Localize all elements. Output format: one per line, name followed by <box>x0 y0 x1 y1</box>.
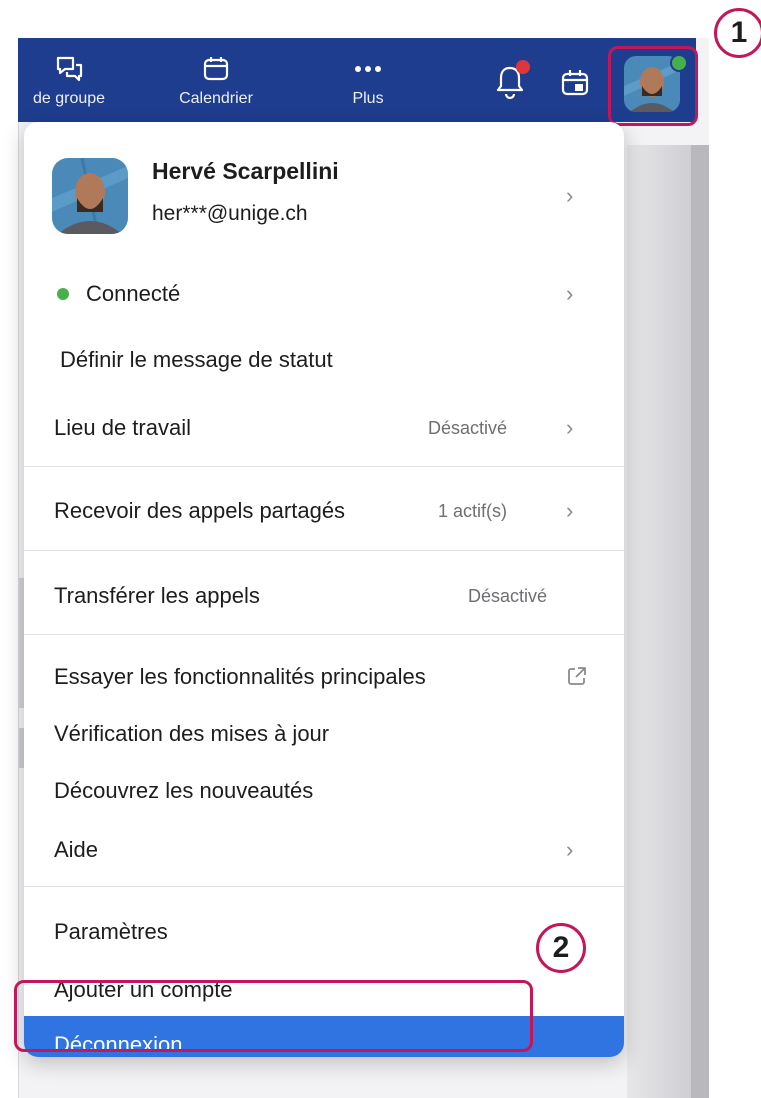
window-shadow <box>627 145 691 1098</box>
set-status-message-label: Définir le message de statut <box>60 347 333 372</box>
settings-label: Paramètres <box>54 919 168 944</box>
more-dots-icon <box>353 54 383 84</box>
window-scrollbar[interactable] <box>691 145 709 1098</box>
annotation-badge-2: 2 <box>536 923 586 973</box>
set-status-message-item[interactable]: Définir le message de statut <box>24 338 624 382</box>
transfer-calls-value: Désactivé <box>468 585 548 606</box>
status-item[interactable]: Connecté › <box>24 272 624 316</box>
menu-divider <box>24 886 624 887</box>
chat-bubbles-icon <box>54 54 84 84</box>
chevron-right-icon: › <box>566 498 574 523</box>
help-label: Aide <box>54 837 99 862</box>
workplace-label: Lieu de travail <box>54 415 191 440</box>
try-features-item[interactable]: Essayer les fonctionnalités principales <box>24 655 624 699</box>
menu-divider <box>24 634 624 635</box>
annotation-highlight-2 <box>14 980 533 1052</box>
nav-group-chat[interactable]: de groupe <box>14 38 124 122</box>
nav-more[interactable]: Plus <box>318 38 418 122</box>
calendar-icon[interactable] <box>560 68 590 98</box>
settings-item[interactable]: Paramètres <box>24 910 624 954</box>
transfer-calls-label: Transférer les appels <box>54 583 260 608</box>
try-features-label: Essayer les fonctionnalités principales <box>54 664 426 689</box>
whats-new-label: Découvrez les nouveautés <box>54 778 314 803</box>
online-status-dot <box>57 288 69 300</box>
profile-dropdown-menu: Hervé Scarpellini her***@unige.ch › Conn… <box>24 122 624 1057</box>
check-updates-label: Vérification des mises à jour <box>54 721 330 746</box>
chevron-right-icon: › <box>566 415 574 440</box>
nav-label: de groupe <box>32 90 106 107</box>
whats-new-item[interactable]: Découvrez les nouveautés <box>24 769 624 813</box>
chevron-right-icon: › <box>566 837 574 862</box>
external-link-icon <box>566 665 588 687</box>
shared-calls-value: 1 actif(s) <box>438 500 508 521</box>
annotation-highlight-1 <box>608 46 698 126</box>
profile-name: Hervé Scarpellini <box>152 158 339 184</box>
calendar-icon <box>202 54 230 84</box>
annotation-badge-1: 1 <box>714 8 761 58</box>
workplace-item[interactable]: Lieu de travail Désactivé › <box>24 406 624 450</box>
help-item[interactable]: Aide › <box>24 828 624 872</box>
bell-icon[interactable] <box>494 60 530 102</box>
shared-calls-item[interactable]: Recevoir des appels partagés 1 actif(s) … <box>24 489 624 533</box>
menu-divider <box>24 550 624 551</box>
chevron-right-icon: › <box>566 183 574 208</box>
menu-divider <box>24 466 624 467</box>
nav-label: Plus <box>352 90 384 107</box>
workplace-value: Désactivé <box>428 417 508 438</box>
nav-label: Calendrier <box>179 90 253 107</box>
chevron-right-icon: › <box>566 281 574 306</box>
nav-calendar[interactable]: Calendrier <box>156 38 276 122</box>
avatar <box>52 158 128 234</box>
shared-calls-label: Recevoir des appels partagés <box>54 498 346 523</box>
profile-email: her***@unige.ch <box>152 202 308 225</box>
top-navigation-bar: de groupe Calendrier Plus <box>18 38 696 122</box>
status-label: Connecté <box>86 281 181 306</box>
notification-dot <box>516 60 530 74</box>
check-updates-item[interactable]: Vérification des mises à jour <box>24 712 624 756</box>
transfer-calls-item[interactable]: Transférer les appels Désactivé <box>24 574 624 618</box>
